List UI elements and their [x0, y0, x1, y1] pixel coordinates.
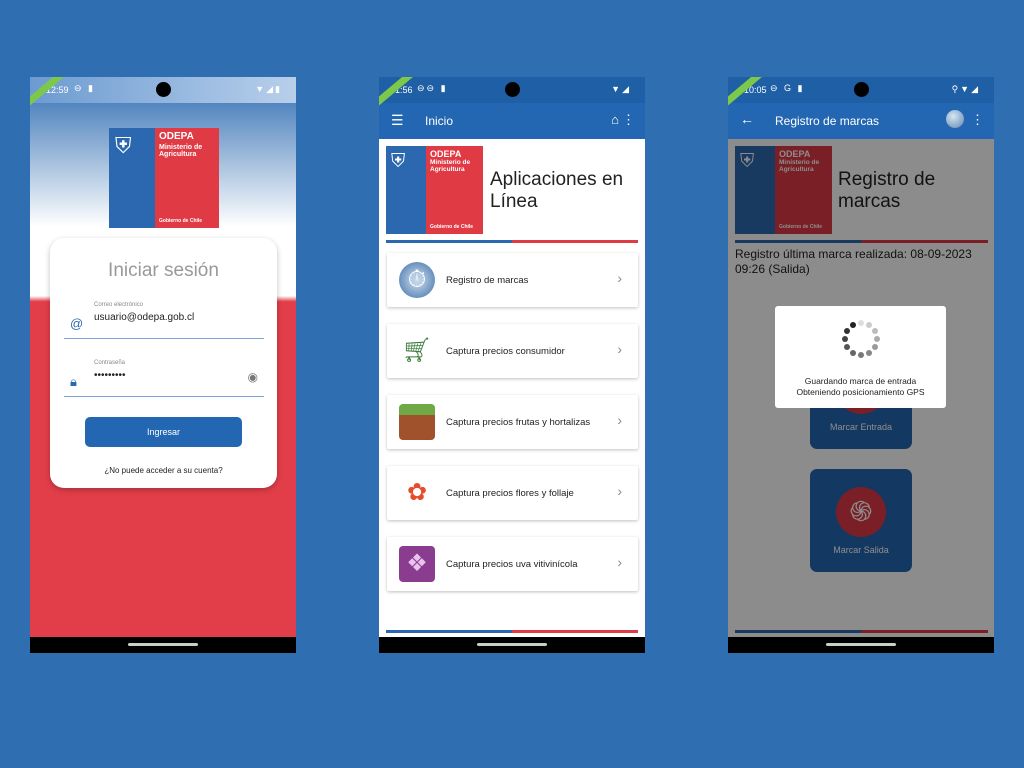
spinner-dot	[874, 336, 880, 342]
email-value: usuario@odepa.gob.cl	[94, 312, 195, 323]
menu-item-registro-marcas[interactable]: ⏱ Registro de marcas ›	[387, 253, 638, 307]
clock-icon: ⏱	[399, 262, 435, 298]
chile-crest-icon: ⛨	[391, 151, 406, 172]
login-title: Iniciar sesión	[108, 260, 219, 281]
password-value: •••••••••	[94, 370, 126, 381]
appbar-title: Registro de marcas	[775, 114, 880, 128]
logo-ministry: Ministerio de Agricultura	[159, 144, 203, 159]
password-field[interactable]: 🔒︎ Contraseña ••••••••• ◉	[64, 360, 264, 397]
login-screen: 12:59 ⊖ ▮ ▼◢▮ ⛨ ODEPA Ministerio de Agri…	[30, 77, 296, 653]
spinner-dot	[858, 320, 864, 326]
camera-cutout	[505, 82, 520, 97]
loading-spinner-icon	[842, 320, 880, 358]
home-gesture-bar[interactable]	[477, 643, 547, 646]
notification-icons: ⊖ ▮	[74, 83, 95, 93]
nav-bar	[379, 637, 645, 653]
appbar-title: Inicio	[425, 114, 454, 128]
app-bar: ☰ Inicio ⌂ ⋮	[379, 103, 645, 139]
menu-item-precios-flores[interactable]: ✿ Captura precios flores y follaje ›	[387, 466, 638, 520]
login-card: Iniciar sesión @ Correo electrónico usua…	[50, 238, 277, 488]
more-vert-icon[interactable]: ⋮	[971, 112, 984, 128]
spinner-dot	[850, 349, 856, 356]
home-icon[interactable]: ⌂	[611, 112, 619, 127]
menu-item-label: Captura precios consumidor	[446, 345, 565, 357]
avatar[interactable]	[946, 110, 964, 128]
nav-bar	[728, 637, 994, 653]
spinner-dot	[866, 349, 872, 356]
menu-item-label: Registro de marcas	[446, 274, 529, 286]
spinner-dot	[844, 328, 851, 334]
menu-item-label: Captura precios uva vitivinícola	[446, 558, 578, 570]
spinner-dot	[866, 322, 872, 329]
odepa-logo: ⛨ ODEPA Ministerio de Agricultura Gobier…	[386, 146, 483, 234]
spinner-dot	[842, 336, 848, 342]
home-gesture-bar[interactable]	[128, 643, 198, 646]
chevron-right-icon: ›	[617, 341, 622, 357]
crate-icon	[399, 404, 435, 440]
notification-icons: ⊖ G ▮	[770, 83, 805, 93]
chevron-right-icon: ›	[617, 554, 622, 570]
back-arrow-icon[interactable]: ←	[740, 111, 754, 127]
flower-icon: ✿	[406, 479, 428, 506]
spinner-dot	[850, 322, 856, 329]
at-icon: @	[70, 316, 84, 331]
spinner-dot	[871, 328, 878, 334]
home-screen: 1:56 ⊖⊖ ▮ ▼◢ ☰ Inicio ⌂ ⋮ ⛨ ODEPA Minist…	[379, 77, 645, 653]
progress-dialog: Guardando marca de entrada Obteniendo po…	[775, 306, 946, 408]
logo-gov: Gobierno de Chile	[430, 224, 474, 230]
chevron-right-icon: ›	[617, 412, 622, 428]
spinner-dot	[858, 352, 864, 358]
app-bar: ← Registro de marcas ⋮	[728, 103, 994, 139]
grapes-icon: ❖	[399, 546, 435, 582]
eye-off-icon[interactable]: ◉	[248, 370, 258, 384]
password-label: Contraseña	[94, 360, 126, 366]
flag-stripe	[386, 240, 638, 243]
camera-cutout	[156, 82, 171, 97]
status-bar: 1:56 ⊖⊖ ▮ ▼◢	[379, 77, 645, 103]
logo-gov: Gobierno de Chile	[159, 218, 203, 224]
email-label: Correo electrónico	[94, 302, 144, 308]
odepa-logo: ⛨ ODEPA Ministerio de Agricultura Gobier…	[109, 128, 219, 228]
signal-icons: ▼◢▮	[255, 84, 282, 94]
lock-icon: 🔒︎	[70, 374, 77, 389]
signal-icons: ▼◢	[611, 84, 631, 94]
spinner-dot	[871, 344, 878, 350]
logo-ministry: Ministerio de Agricultura	[430, 159, 471, 173]
status-bar: 10:05 ⊖ G ▮ ⚲▼◢	[728, 77, 994, 103]
spinner-dot	[844, 344, 851, 350]
forgot-link[interactable]: ¿No puede acceder a su cuenta?	[50, 466, 277, 475]
menu-item-precios-consumidor[interactable]: 🛒︎ Captura precios consumidor ›	[387, 324, 638, 378]
home-gesture-bar[interactable]	[826, 643, 896, 646]
menu-item-precios-frutas[interactable]: Captura precios frutas y hortalizas ›	[387, 395, 638, 449]
email-field[interactable]: @ Correo electrónico usuario@odepa.gob.c…	[64, 302, 264, 339]
cart-icon: 🛒︎	[401, 337, 433, 364]
hamburger-menu-icon[interactable]: ☰	[391, 112, 404, 129]
dialog-line-1: Guardando marca de entrada	[804, 376, 917, 386]
signal-icons: ⚲▼◢	[951, 84, 980, 94]
notification-icons: ⊖⊖ ▮	[417, 83, 448, 93]
menu-item-precios-uva[interactable]: ❖ Captura precios uva vitivinícola ›	[387, 537, 638, 591]
logo-org: ODEPA	[159, 131, 194, 142]
registro-screen: 10:05 ⊖ G ▮ ⚲▼◢ ← Registro de marcas ⋮ ⛨…	[728, 77, 994, 653]
menu-item-label: Captura precios frutas y hortalizas	[446, 416, 591, 428]
nav-bar	[30, 637, 296, 653]
flag-stripe	[386, 630, 638, 633]
login-button[interactable]: Ingresar	[85, 417, 242, 447]
chevron-right-icon: ›	[617, 270, 622, 286]
dialog-line-2: Obteniendo posicionamiento GPS	[796, 387, 925, 397]
more-vert-icon[interactable]: ⋮	[622, 112, 635, 128]
status-bar: 12:59 ⊖ ▮ ▼◢▮	[30, 77, 296, 103]
menu-item-label: Captura precios flores y follaje	[446, 487, 574, 499]
page-title: Aplicaciones en Línea	[490, 169, 624, 212]
logo-org: ODEPA	[430, 149, 462, 159]
chile-crest-icon: ⛨	[115, 133, 132, 158]
camera-cutout	[854, 82, 869, 97]
chevron-right-icon: ›	[617, 483, 622, 499]
